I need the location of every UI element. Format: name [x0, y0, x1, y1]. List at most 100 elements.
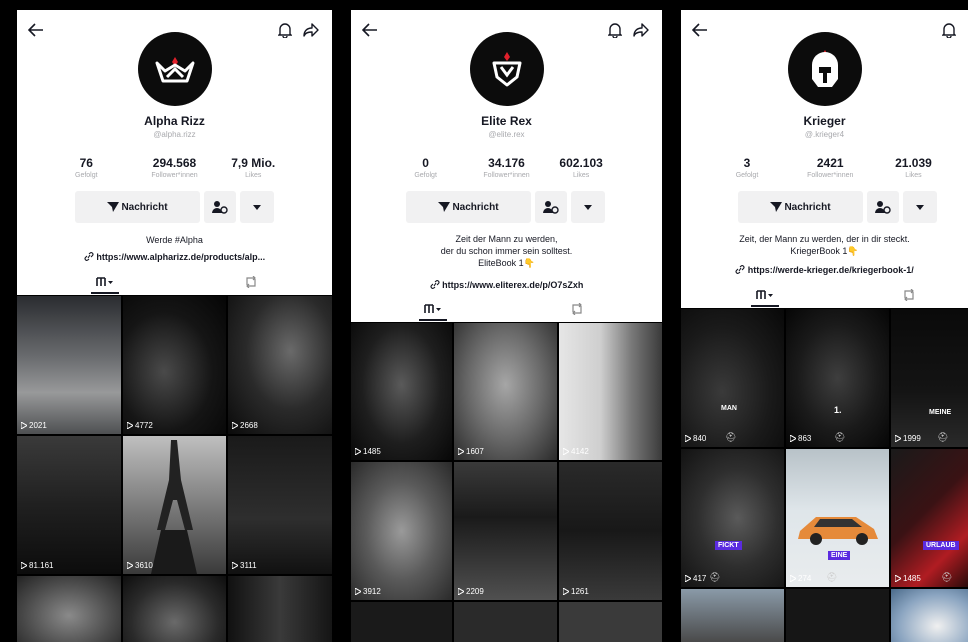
video-tile[interactable]: [17, 576, 121, 642]
bell-icon[interactable]: [604, 19, 626, 41]
profile-link[interactable]: https://werde-krieger.de/kriegerbook-1/: [681, 265, 968, 275]
stat-label: Follower*innen: [807, 172, 854, 179]
eiffel-tower-silhouette: [151, 440, 197, 574]
profile-panel-alpha-rizz: Alpha Rizz @alpha.rizz 76 Gefolgt 294.568…: [17, 10, 332, 642]
action-buttons: Nachricht: [681, 191, 968, 223]
avatar[interactable]: [787, 32, 862, 106]
view-count: 1485: [355, 447, 381, 456]
message-arrow-icon: [770, 202, 783, 212]
profile-link-text: https://www.alpharizz.de/products/alp...: [96, 252, 266, 262]
video-grid: 1485 1607 4142 3912 2209 1261: [351, 322, 662, 642]
tab-reposts[interactable]: [563, 299, 591, 319]
back-arrow-icon[interactable]: [359, 19, 381, 41]
bio-line: Zeit, der Mann zu werden, der in dir ste…: [739, 234, 910, 244]
profile-handle: @elite.rex: [488, 130, 525, 139]
message-button[interactable]: Nachricht: [406, 191, 531, 223]
stat-value: 21.039: [895, 156, 932, 170]
share-icon[interactable]: [300, 19, 322, 41]
view-count: 863: [790, 434, 811, 443]
message-arrow-icon: [438, 202, 451, 212]
video-tile[interactable]: [681, 589, 784, 642]
video-tile[interactable]: [454, 602, 557, 642]
stat-followers[interactable]: 2421 Follower*innen: [785, 156, 875, 179]
video-tile[interactable]: [786, 589, 889, 642]
video-tile[interactable]: 2668: [228, 296, 332, 434]
video-tile[interactable]: 4142: [559, 323, 662, 460]
stat-likes[interactable]: 7,9 Mio. Likes: [208, 156, 298, 179]
stat-likes[interactable]: 21.039 Likes: [868, 156, 958, 179]
view-count: 3111: [232, 561, 257, 570]
more-button[interactable]: [903, 191, 937, 223]
add-friend-button[interactable]: [867, 191, 899, 223]
video-tile[interactable]: [123, 576, 226, 642]
video-overlay-text: URLAUB: [923, 541, 959, 550]
tab-videos[interactable]: [415, 299, 451, 321]
profile-link[interactable]: https://www.alpharizz.de/products/alp...: [17, 252, 332, 262]
stat-following[interactable]: 0 Gefolgt: [381, 156, 471, 179]
back-arrow-icon[interactable]: [25, 19, 47, 41]
back-arrow-icon[interactable]: [689, 19, 711, 41]
bell-icon[interactable]: [938, 19, 960, 41]
caret-down-icon: [253, 204, 261, 210]
stat-following[interactable]: 3 Gefolgt: [702, 156, 792, 179]
video-tile[interactable]: 1261: [559, 462, 662, 600]
video-tile[interactable]: 3912: [351, 462, 452, 600]
tab-reposts[interactable]: [895, 285, 923, 305]
video-tile[interactable]: [891, 589, 968, 642]
video-tile[interactable]: [228, 576, 332, 642]
video-tile[interactable]: 1. 863 ⛑: [786, 309, 889, 447]
video-overlay-text: 1.: [834, 405, 842, 415]
helmet-icon: ⛑: [937, 432, 949, 442]
stat-followers[interactable]: 294.568 Follower*innen: [130, 156, 220, 179]
view-count: 4772: [127, 421, 153, 430]
video-tile[interactable]: 81.161: [17, 436, 121, 574]
bell-icon[interactable]: [274, 19, 296, 41]
stat-following[interactable]: 76 Gefolgt: [41, 156, 131, 179]
video-tile[interactable]: URLAUB 1485 ⛑: [891, 449, 968, 587]
message-button[interactable]: Nachricht: [75, 191, 200, 223]
add-friend-button[interactable]: [204, 191, 236, 223]
message-button[interactable]: Nachricht: [738, 191, 863, 223]
add-friend-icon: [212, 201, 228, 214]
video-tile[interactable]: 4772: [123, 296, 226, 434]
video-tile[interactable]: 3111: [228, 436, 332, 574]
tab-underline: [751, 305, 779, 307]
more-button[interactable]: [571, 191, 605, 223]
profile-link-text: https://werde-krieger.de/kriegerbook-1/: [747, 265, 914, 275]
video-tile[interactable]: 2209: [454, 462, 557, 600]
helmet-icon: ⛑: [941, 572, 953, 582]
link-icon: [735, 265, 745, 274]
grid-icon: [96, 277, 113, 286]
more-button[interactable]: [240, 191, 274, 223]
video-tile[interactable]: 3610: [123, 436, 226, 574]
stat-label: Likes: [905, 172, 922, 179]
video-tile[interactable]: 1485: [351, 323, 452, 460]
link-icon: [84, 252, 94, 261]
video-tile[interactable]: EINE 274 ⛑: [786, 449, 889, 587]
message-arrow-icon: [107, 202, 120, 212]
video-tile[interactable]: 2021: [17, 296, 121, 434]
stats-row: 76 Gefolgt 294.568 Follower*innen 7,9 Mio.…: [17, 156, 332, 186]
stat-label: Likes: [572, 172, 590, 179]
video-overlay-text: EINE: [828, 551, 851, 560]
video-tile[interactable]: FICKT 417 ⛑: [681, 449, 784, 587]
tab-videos[interactable]: [747, 285, 783, 307]
tab-reposts[interactable]: [237, 272, 265, 292]
profile-link[interactable]: https://www.eliterex.de/p/O7sZxh: [351, 280, 662, 290]
profile-header: Alpha Rizz @alpha.rizz 76 Gefolgt 294.568…: [17, 10, 332, 295]
avatar[interactable]: [137, 32, 212, 106]
video-tile[interactable]: [559, 602, 662, 642]
avatar[interactable]: [469, 32, 544, 106]
stat-label: Gefolgt: [735, 172, 759, 179]
share-icon[interactable]: [630, 19, 652, 41]
add-friend-button[interactable]: [535, 191, 567, 223]
video-tile[interactable]: [351, 602, 452, 642]
tab-videos[interactable]: [87, 272, 123, 294]
video-tile[interactable]: MAN 840 ⛑: [681, 309, 784, 447]
helmet-icon: ⛑: [834, 432, 846, 442]
helmet-icon: ⛑: [709, 572, 721, 582]
video-tile[interactable]: 1607: [454, 323, 557, 460]
stat-value: 0: [422, 156, 429, 170]
stat-likes[interactable]: 602.103 Likes: [536, 156, 626, 179]
video-tile[interactable]: MEINE 1999 ⛑: [891, 309, 968, 447]
